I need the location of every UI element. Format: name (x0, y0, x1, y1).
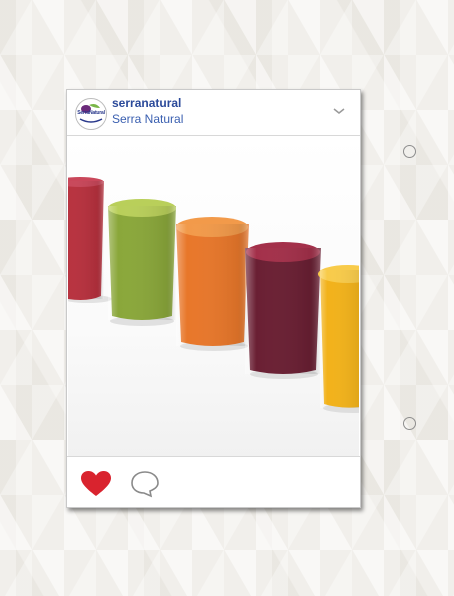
decorative-circle (403, 145, 416, 158)
post-display-name: Serra Natural (112, 112, 184, 126)
post-photo[interactable] (68, 136, 359, 456)
post-actions (67, 456, 360, 507)
juice-glasses-image (68, 177, 359, 413)
avatar[interactable]: SerraNatural (75, 98, 107, 130)
post-card: SerraNatural serranatural Serra Natural (66, 89, 361, 508)
post-header: SerraNatural serranatural Serra Natural (67, 90, 360, 136)
decorative-circle (403, 417, 416, 430)
chevron-down-icon[interactable] (332, 106, 346, 116)
heart-icon[interactable] (81, 471, 111, 497)
comment-icon[interactable] (130, 470, 160, 498)
post-username[interactable]: serranatural (112, 96, 181, 110)
avatar-logo-text: SerraNatural (77, 110, 105, 116)
